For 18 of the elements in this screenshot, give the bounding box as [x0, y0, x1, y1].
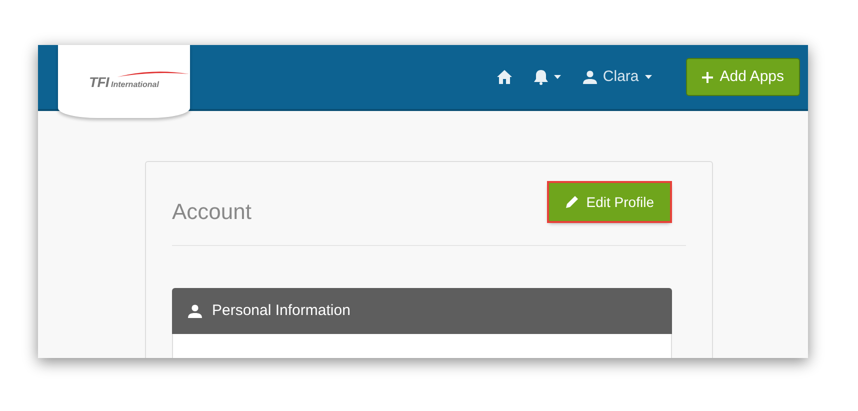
caret-icon	[554, 75, 561, 79]
add-apps-button[interactable]: Add Apps	[686, 58, 800, 96]
page-title: Account	[172, 198, 252, 226]
user-icon	[188, 304, 202, 318]
swoosh-icon	[117, 70, 190, 78]
user-icon	[582, 70, 597, 84]
edit-profile-button[interactable]: Edit Profile	[549, 183, 670, 221]
logo-text: TFI	[89, 74, 109, 88]
home-icon	[496, 70, 512, 84]
user-menu[interactable]: Clara	[582, 66, 652, 88]
panel-title: Personal Information	[212, 300, 350, 321]
notifications-menu[interactable]	[534, 70, 561, 84]
logo-text: International	[110, 80, 159, 88]
home-link[interactable]	[496, 70, 512, 84]
plus-icon	[702, 72, 713, 82]
bell-icon	[534, 70, 548, 84]
pencil-icon	[565, 195, 580, 209]
caret-icon	[644, 75, 652, 79]
